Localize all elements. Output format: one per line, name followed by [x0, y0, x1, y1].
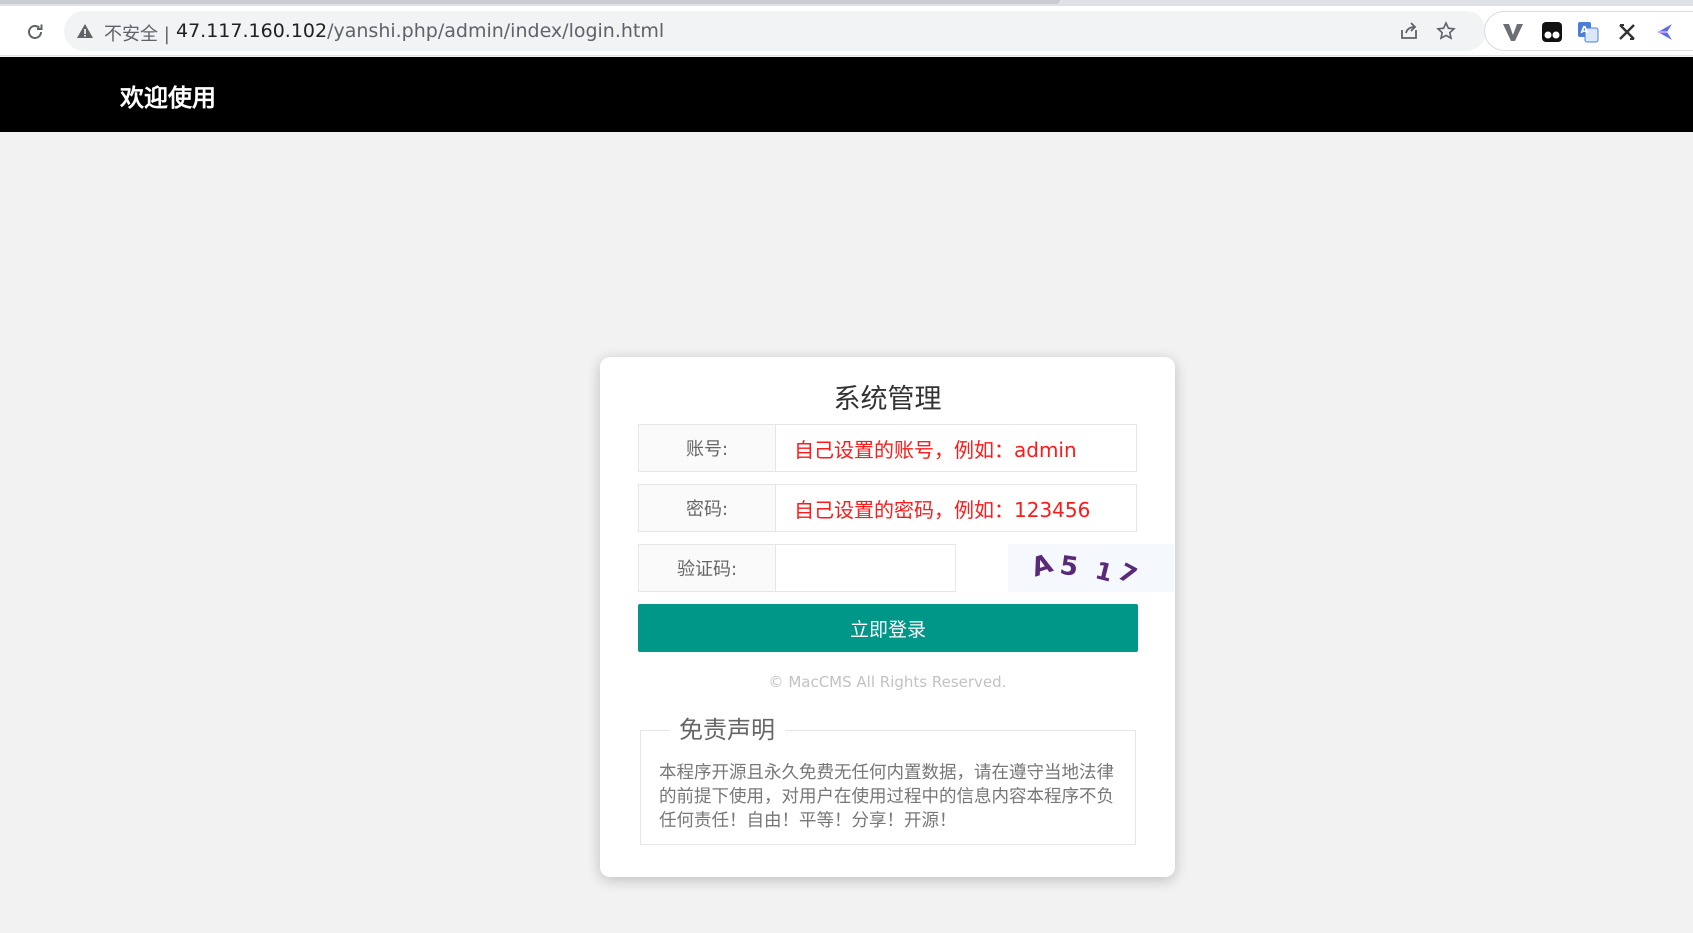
tampermonkey-icon[interactable]	[1540, 20, 1564, 44]
address-bar[interactable]: 不安全 | 47.117.160.102/yanshi.php/admin/in…	[64, 11, 1486, 51]
vimium-icon[interactable]	[1501, 20, 1525, 44]
copyright-text: © MacCMS All Rights Reserved.	[768, 673, 1007, 691]
menu-dots-icon[interactable]	[1689, 20, 1693, 44]
reload-icon[interactable]	[22, 19, 48, 45]
xpath-icon[interactable]	[1615, 20, 1639, 44]
captcha-char-2: 5	[1058, 551, 1080, 583]
translate-icon[interactable]: A	[1576, 20, 1600, 44]
captcha-image[interactable]: A 5 1 7	[1008, 544, 1174, 592]
password-input[interactable]: 自己设置的密码，例如：123456	[775, 484, 1137, 532]
security-label[interactable]: 不安全 |	[104, 20, 170, 46]
captcha-char-3: 1	[1092, 556, 1115, 587]
share-icon[interactable]	[1398, 20, 1420, 42]
captcha-char-1: A	[1028, 549, 1056, 584]
extensions-bar: A	[1484, 11, 1693, 51]
login-card: 系统管理 账号: 自己设置的账号，例如：admin 密码: 自己设置的密码，例如…	[600, 357, 1175, 877]
login-button[interactable]: 立即登录	[638, 604, 1138, 652]
account-input[interactable]: 自己设置的账号，例如：admin	[775, 424, 1137, 472]
disclaimer-box: 免责声明 本程序开源且永久免费无任何内置数据，请在遵守当地法律的前提下使用，对用…	[640, 715, 1136, 845]
warning-icon[interactable]	[76, 22, 94, 40]
disclaimer-title: 免责声明	[669, 715, 785, 745]
password-label: 密码:	[638, 484, 775, 532]
captcha-input[interactable]	[775, 544, 956, 592]
svg-text:A: A	[1581, 25, 1589, 36]
bookmark-star-icon[interactable]	[1435, 20, 1457, 42]
site-title: 欢迎使用	[120, 84, 216, 112]
disclaimer-text: 本程序开源且永久免费无任何内置数据，请在遵守当地法律的前提下使用，对用户在使用过…	[659, 763, 1114, 831]
bookmark-extension-icon[interactable]	[1653, 20, 1677, 44]
login-title: 系统管理	[833, 384, 942, 415]
account-label: 账号:	[638, 424, 775, 472]
active-tab-edge[interactable]	[0, 0, 1060, 4]
captcha-label: 验证码:	[638, 544, 775, 592]
url-text[interactable]: 47.117.160.102/yanshi.php/admin/index/lo…	[176, 20, 664, 42]
site-header: 欢迎使用	[0, 57, 1693, 132]
captcha-char-4: 7	[1113, 558, 1141, 591]
browser-toolbar: 不安全 | 47.117.160.102/yanshi.php/admin/in…	[0, 6, 1693, 56]
